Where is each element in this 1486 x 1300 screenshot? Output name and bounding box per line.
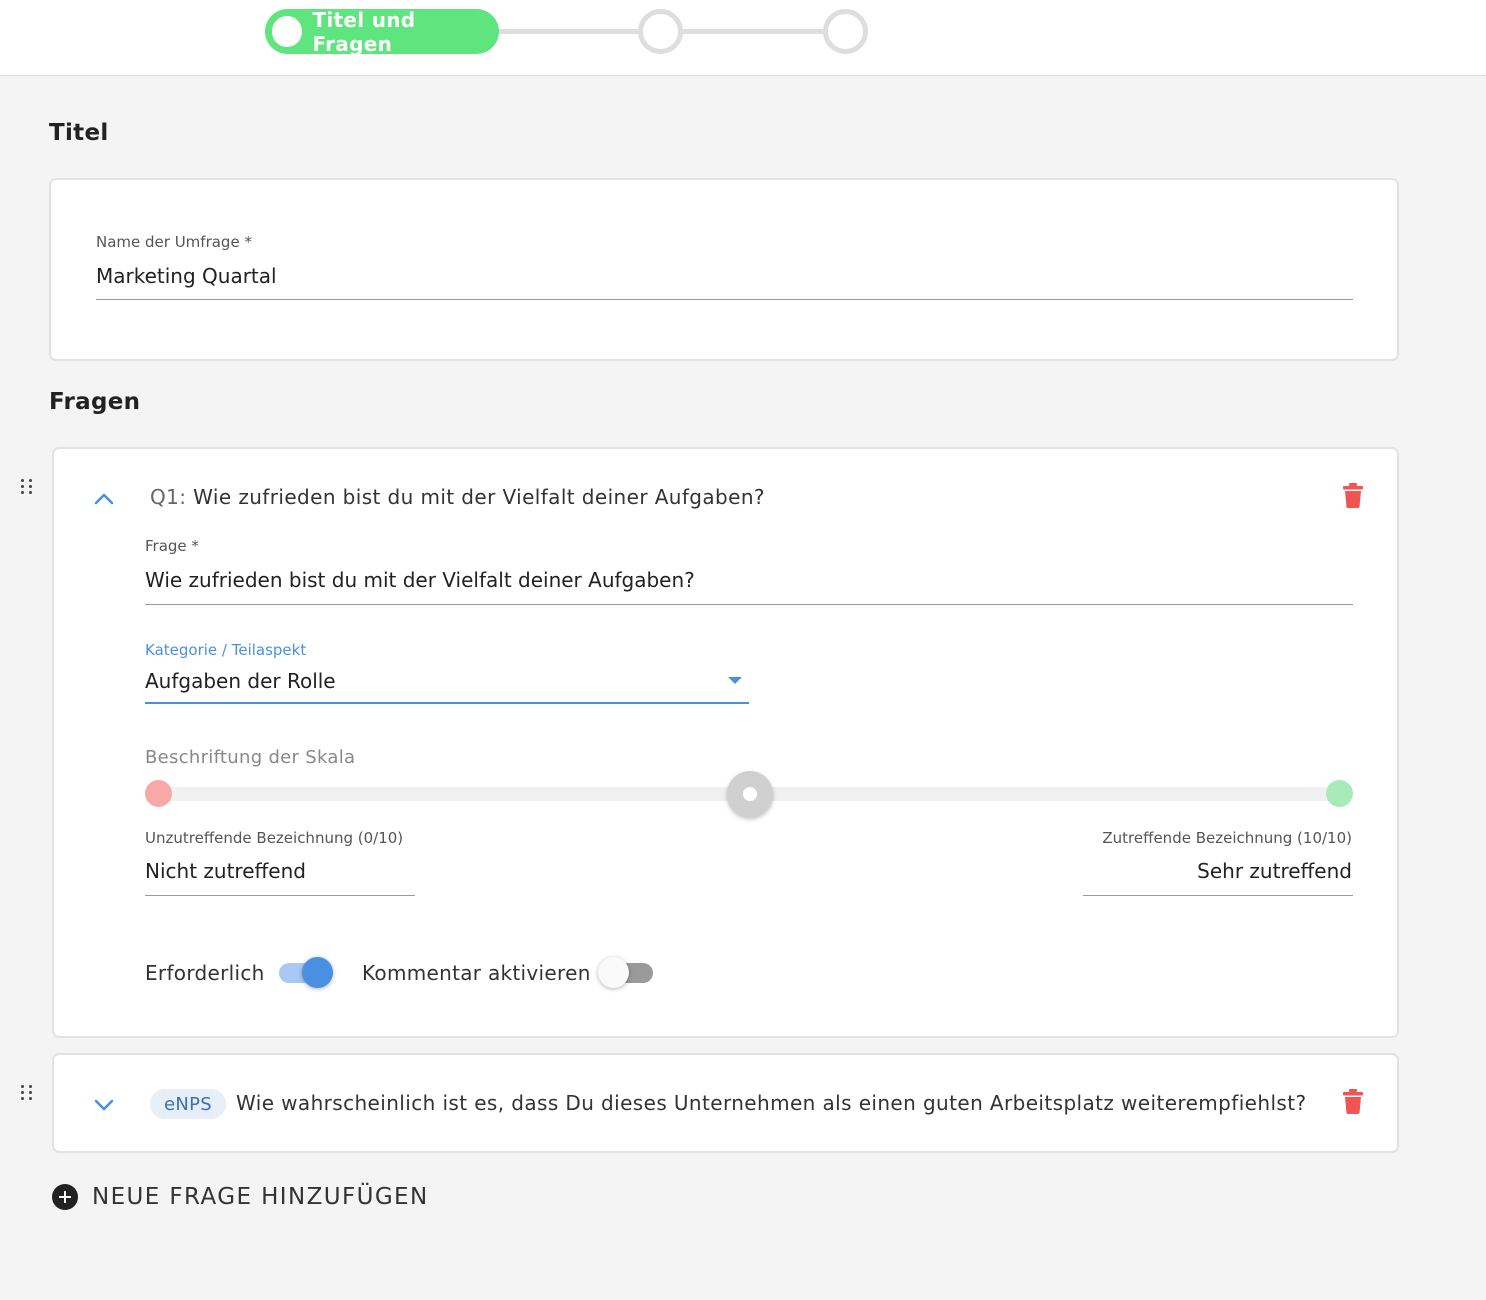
question-title-text[interactable]: Wie wahrscheinlich ist es, dass Du diese… <box>236 1091 1307 1115</box>
category-select-underline <box>145 702 749 704</box>
add-question-label: NEUE FRAGE HINZUFÜGEN <box>92 1184 429 1210</box>
trash-icon[interactable] <box>1343 483 1363 508</box>
add-circle-icon <box>52 1184 78 1210</box>
trash-icon[interactable] <box>1343 1089 1363 1114</box>
add-question-button[interactable]: NEUE FRAGE HINZUFÜGEN <box>52 1184 429 1210</box>
step-label: Titel und Fragen <box>312 7 416 56</box>
step-dot <box>272 16 303 47</box>
stepper-connector <box>680 29 830 34</box>
question-title[interactable]: Q1: Wie zufrieden bist du mit der Vielfa… <box>150 485 765 509</box>
drag-handle-icon[interactable] <box>21 479 33 495</box>
chevron-down-icon[interactable] <box>728 677 742 684</box>
low-input[interactable]: Nicht zutreffend <box>145 859 306 883</box>
chevron-down-icon[interactable] <box>93 1098 115 1112</box>
scale-low-marker <box>145 780 172 807</box>
survey-name-label: Name der Umfrage * <box>96 233 252 251</box>
step-2[interactable] <box>638 9 683 54</box>
high-input-underline <box>1083 895 1353 896</box>
step-3[interactable] <box>823 9 868 54</box>
enps-badge: eNPS <box>150 1089 227 1119</box>
question-card-enps: eNPS Wie wahrscheinlich ist es, dass Du … <box>52 1053 1399 1153</box>
comment-label: Kommentar aktivieren <box>362 961 591 985</box>
scale-label: Beschriftung der Skala <box>145 747 356 768</box>
scale-slider-thumb[interactable] <box>727 771 773 817</box>
high-label: Zutreffende Bezeichnung (10/10) <box>1102 829 1352 847</box>
drag-handle-icon[interactable] <box>21 1085 33 1101</box>
section-questions-heading: Fragen <box>49 389 141 415</box>
question-input-underline <box>145 604 1353 605</box>
question-title-text: Wie zufrieden bist du mit der Vielfalt d… <box>193 485 765 509</box>
question-field-label: Frage * <box>145 537 199 555</box>
section-title-heading: Titel <box>49 120 109 146</box>
comment-toggle-knob[interactable] <box>598 957 629 988</box>
survey-name-input[interactable]: Marketing Quartal <box>96 264 277 288</box>
low-input-underline <box>145 895 415 896</box>
required-label: Erforderlich <box>145 961 265 985</box>
question-number: Q1: <box>150 485 187 509</box>
survey-title-card: Name der Umfrage * Marketing Quartal <box>49 178 1399 361</box>
high-input[interactable]: Sehr zutreffend <box>1197 859 1352 883</box>
question-input[interactable]: Wie zufrieden bist du mit der Vielfalt d… <box>145 568 695 592</box>
question-card-q1: Q1: Wie zufrieden bist du mit der Vielfa… <box>52 447 1399 1038</box>
step-titel-und-fragen[interactable]: Titel und Fragen <box>265 7 499 56</box>
low-label: Unzutreffende Bezeichnung (0/10) <box>145 829 404 847</box>
survey-name-underline <box>96 299 1353 300</box>
required-toggle-knob[interactable] <box>302 957 333 988</box>
scale-high-marker <box>1326 780 1353 807</box>
category-select[interactable]: Aufgaben der Rolle <box>145 669 336 693</box>
stepper-header: Titel und Fragen <box>0 0 1486 76</box>
category-label: Kategorie / Teilaspekt <box>145 641 307 659</box>
stepper-connector <box>495 29 645 34</box>
chevron-up-icon[interactable] <box>93 491 115 505</box>
